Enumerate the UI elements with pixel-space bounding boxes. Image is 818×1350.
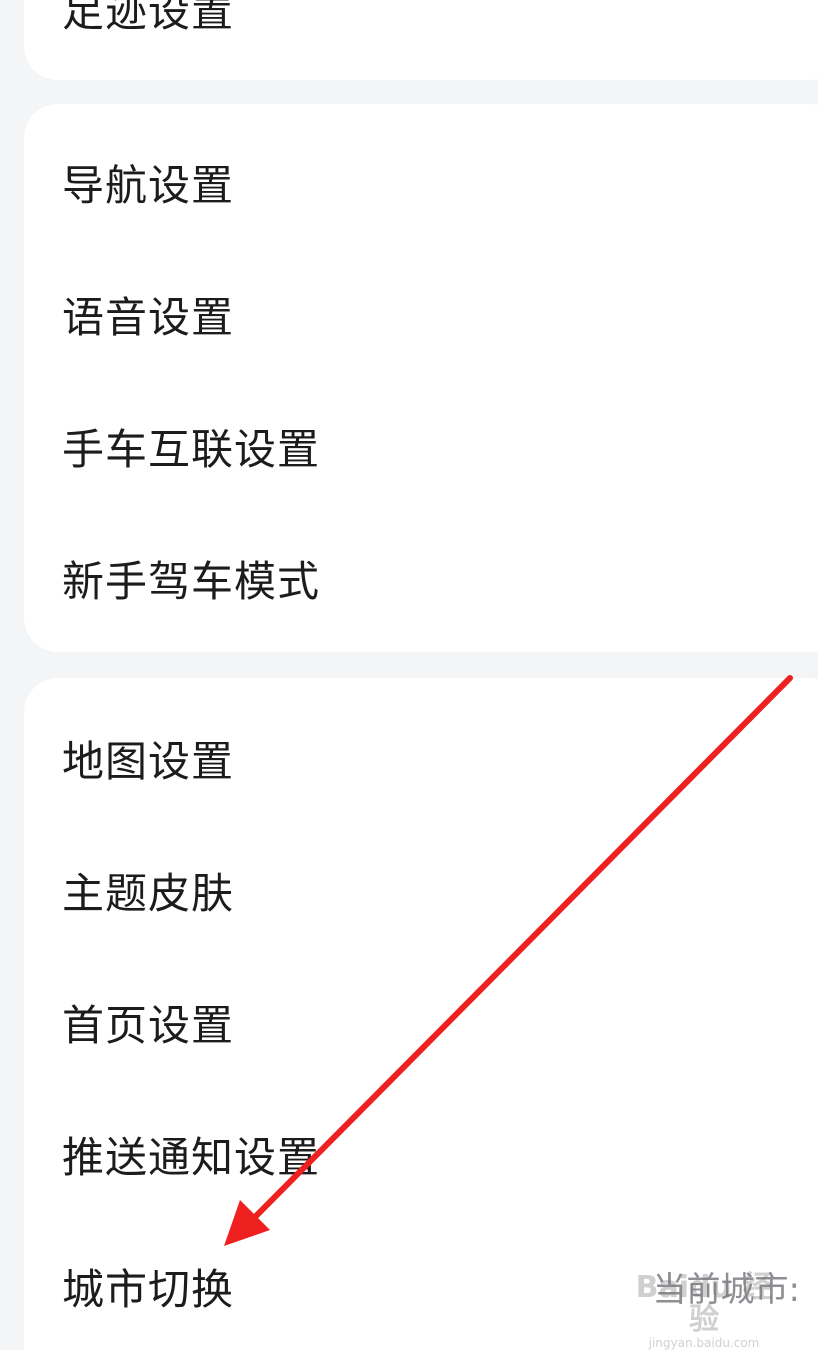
settings-item-label: 主题皮肤 [62, 868, 235, 918]
settings-item-label: 语音设置 [62, 292, 235, 342]
settings-item-label: 足迹设置 [62, 0, 235, 36]
current-city-value: 当前城市: [652, 1269, 800, 1310]
settings-group-map: 地图设置 主题皮肤 首页设置 推送通知设置 城市切换 当前城市: [24, 678, 818, 1350]
settings-item-map[interactable]: 地图设置 [62, 718, 818, 798]
settings-item-label: 城市切换 [62, 1264, 235, 1314]
settings-item-home[interactable]: 首页设置 [62, 982, 818, 1062]
settings-item-label: 手车互联设置 [62, 424, 321, 474]
settings-item-push-notification[interactable]: 推送通知设置 [62, 1114, 818, 1194]
settings-item-label: 推送通知设置 [62, 1132, 321, 1182]
settings-group-footprint: 足迹设置 [24, 0, 818, 80]
settings-item-label: 首页设置 [62, 1000, 235, 1050]
settings-group-navigation: 导航设置 语音设置 手车互联设置 新手驾车模式 [24, 104, 818, 652]
settings-item-novice-driving[interactable]: 新手驾车模式 [62, 538, 818, 618]
settings-item-footprint[interactable]: 足迹设置 [62, 0, 818, 48]
settings-item-car-connect[interactable]: 手车互联设置 [62, 406, 818, 486]
settings-item-theme-skin[interactable]: 主题皮肤 [62, 850, 818, 930]
settings-page: 足迹设置 导航设置 语音设置 手车互联设置 新手驾车模式 地图设置 主题皮肤 首… [0, 0, 818, 1350]
settings-item-label: 新手驾车模式 [62, 556, 321, 606]
settings-item-label: 地图设置 [62, 736, 235, 786]
settings-item-voice[interactable]: 语音设置 [62, 274, 818, 354]
settings-item-label: 导航设置 [62, 160, 235, 210]
settings-item-city-switch[interactable]: 城市切换 当前城市: [62, 1246, 818, 1326]
settings-item-navigation[interactable]: 导航设置 [62, 142, 818, 222]
